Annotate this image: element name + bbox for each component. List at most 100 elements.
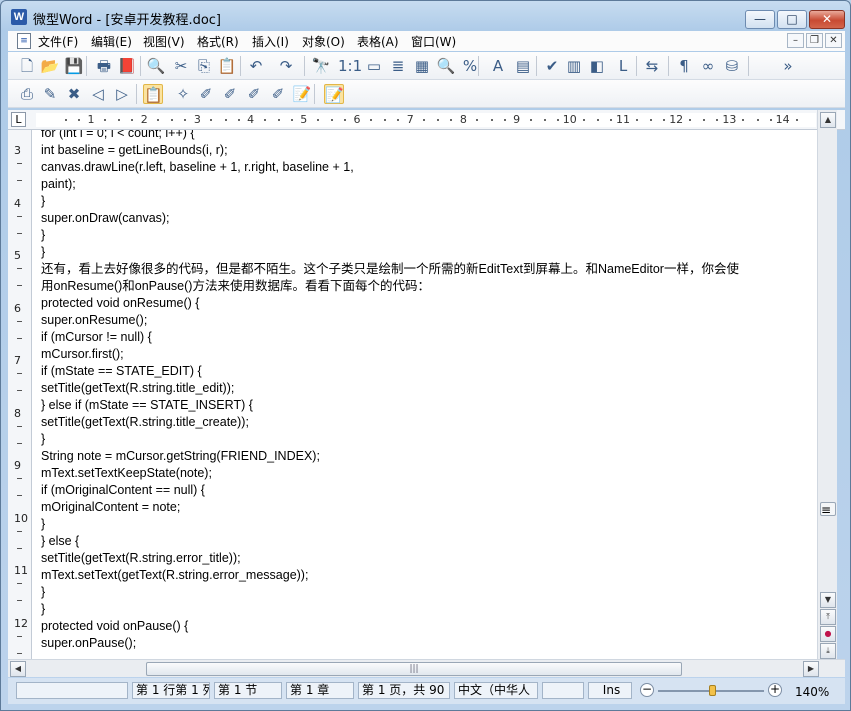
scroll-left-button[interactable]: ◀: [10, 661, 26, 677]
page-layout-icon[interactable]: 1:1: [338, 56, 362, 76]
menu-insert[interactable]: 插入(I): [252, 33, 289, 50]
marker-4-icon[interactable]: ✐: [268, 84, 288, 104]
document-line[interactable]: 还有，看上去好像很多的代码，但是都不陌生。这个子类只是绘制一个所需的新EditT…: [41, 261, 813, 278]
edit-note-icon[interactable]: 📝: [324, 84, 344, 104]
previous-page-button[interactable]: ⤒: [820, 609, 836, 625]
chart-icon[interactable]: ▥: [564, 56, 584, 76]
menu-view[interactable]: 视图(V): [143, 33, 185, 50]
more-icon[interactable]: »: [778, 56, 798, 76]
scroll-up-button[interactable]: ▲: [820, 112, 836, 128]
edit-sheet-icon[interactable]: ✎: [40, 84, 60, 104]
spellcheck-icon[interactable]: ✔: [542, 56, 562, 76]
document-line[interactable]: for (int i = 0; i < count; i++) {: [41, 130, 813, 142]
document-line[interactable]: protected void onPause() {: [41, 618, 813, 635]
menu-edit[interactable]: 编辑(E): [91, 33, 132, 50]
document-line[interactable]: setTitle(getText(R.string.title_edit));: [41, 380, 813, 397]
horizontal-scroll-thumb[interactable]: |||: [146, 662, 682, 676]
minimize-button[interactable]: —: [745, 10, 775, 29]
database-icon[interactable]: ⛁: [722, 56, 742, 76]
document-line[interactable]: canvas.drawLine(r.left, baseline + 1, r.…: [41, 159, 813, 176]
document-line[interactable]: } else {: [41, 533, 813, 550]
font-color-icon[interactable]: A: [488, 56, 508, 76]
zoom-in-button[interactable]: +: [768, 683, 782, 697]
document-line[interactable]: super.onPause();: [41, 635, 813, 652]
document-line[interactable]: if (mState == STATE_EDIT) {: [41, 363, 813, 380]
web-view-icon[interactable]: ▦: [412, 56, 432, 76]
redo-icon[interactable]: ↷: [276, 56, 296, 76]
new-icon[interactable]: 🗋: [17, 56, 37, 76]
document-line[interactable]: }: [41, 584, 813, 601]
browse-object-button[interactable]: ●: [820, 626, 836, 642]
title-bar[interactable]: W 微型Word - [安卓开发教程.doc] — □ ✕: [1, 1, 850, 31]
compare-icon[interactable]: ⇆: [642, 56, 662, 76]
document-line[interactable]: if (mCursor != null) {: [41, 329, 813, 346]
document-line[interactable]: }: [41, 244, 813, 261]
document-line[interactable]: mCursor.first();: [41, 346, 813, 363]
status-language[interactable]: 中文（中华人: [454, 682, 538, 699]
document-body[interactable]: for (int i = 0; i < count; i++) {int bas…: [41, 130, 813, 652]
document-line[interactable]: mText.setTextKeepState(note);: [41, 465, 813, 482]
menu-table[interactable]: 表格(A): [357, 33, 399, 50]
open-icon[interactable]: 📂: [40, 56, 60, 76]
document-line[interactable]: 用onResume()和onPause()方法来使用数据库。看看下面每个的代码：: [41, 278, 813, 295]
vertical-scroll-thumb[interactable]: ≡: [820, 502, 836, 517]
document-line[interactable]: }: [41, 227, 813, 244]
document-line[interactable]: }: [41, 516, 813, 533]
maximize-button[interactable]: □: [777, 10, 807, 29]
paste-special-icon[interactable]: 📋: [143, 84, 163, 104]
horizontal-ruler[interactable]: L 1 2 3 4 5 6 7 8 9 10 11 12 13 14: [8, 110, 845, 130]
doc-close-button[interactable]: ✕: [825, 33, 842, 48]
print-icon[interactable]: 🖶: [94, 56, 114, 76]
document-line[interactable]: }: [41, 431, 813, 448]
document-icon[interactable]: ≡: [17, 33, 31, 49]
vertical-scrollbar[interactable]: ▲ ≡ ▼ ⤒ ● ⤓: [817, 110, 837, 659]
next-page-button[interactable]: ⤓: [820, 643, 836, 659]
highlight-icon[interactable]: ✧: [173, 84, 193, 104]
vertical-ruler[interactable]: 3 4 5 6 7 8 9 10 11 12: [8, 130, 32, 659]
link-icon[interactable]: ∞: [698, 56, 718, 76]
marker-3-icon[interactable]: ✐: [244, 84, 264, 104]
sheet-icon[interactable]: ⎙: [17, 84, 37, 104]
pdf-icon[interactable]: 📕: [117, 56, 137, 76]
menu-object[interactable]: 对象(O): [302, 33, 345, 50]
frame-icon[interactable]: L: [613, 56, 633, 76]
tab-stop-selector[interactable]: L: [11, 112, 26, 127]
document-line[interactable]: protected void onResume() {: [41, 295, 813, 312]
save-icon[interactable]: 💾: [64, 56, 84, 76]
zoom-icon[interactable]: 🔍: [436, 56, 456, 76]
zoom-percent-icon[interactable]: %: [460, 56, 480, 76]
print-preview-icon[interactable]: 🔍: [146, 56, 166, 76]
menu-file[interactable]: 文件(F): [38, 33, 78, 50]
previous-sheet-icon[interactable]: ◁: [88, 84, 108, 104]
zoom-out-button[interactable]: −: [640, 683, 654, 697]
insert-mode-indicator[interactable]: Ins: [588, 682, 632, 699]
close-button[interactable]: ✕: [809, 10, 845, 29]
doc-restore-button[interactable]: ❐: [806, 33, 823, 48]
document-line[interactable]: setTitle(getText(R.string.error_title));: [41, 550, 813, 567]
document-line[interactable]: super.onResume();: [41, 312, 813, 329]
normal-view-icon[interactable]: ▭: [364, 56, 384, 76]
ruler-track[interactable]: 1 2 3 4 5 6 7 8 9 10 11 12 13 14: [36, 113, 816, 127]
scroll-down-button[interactable]: ▼: [820, 592, 836, 608]
copy-icon[interactable]: ⎘: [194, 56, 214, 76]
delete-sheet-icon[interactable]: ✖: [64, 84, 84, 104]
zoom-slider-handle[interactable]: [709, 685, 716, 696]
paragraph-mark-icon[interactable]: ¶: [674, 56, 694, 76]
doc-minimize-button[interactable]: –: [787, 33, 804, 48]
document-line[interactable]: paint);: [41, 176, 813, 193]
paste-icon[interactable]: 📋: [217, 56, 237, 76]
document-page[interactable]: for (int i = 0; i < count; i++) {int bas…: [32, 130, 817, 659]
cut-icon[interactable]: ✂: [171, 56, 191, 76]
document-line[interactable]: } else if (mState == STATE_INSERT) {: [41, 397, 813, 414]
scroll-right-button[interactable]: ▶: [803, 661, 819, 677]
outline-view-icon[interactable]: ≣: [388, 56, 408, 76]
menu-format[interactable]: 格式(R): [197, 33, 239, 50]
word-app-icon[interactable]: W: [11, 9, 27, 25]
document-line[interactable]: }: [41, 193, 813, 210]
shadow-icon[interactable]: ◧: [587, 56, 607, 76]
undo-icon[interactable]: ↶: [246, 56, 266, 76]
document-line[interactable]: mText.setText(getText(R.string.error_mes…: [41, 567, 813, 584]
marker-2-icon[interactable]: ✐: [220, 84, 240, 104]
document-line[interactable]: String note = mCursor.getString(FRIEND_I…: [41, 448, 813, 465]
document-line[interactable]: mOriginalContent = note;: [41, 499, 813, 516]
